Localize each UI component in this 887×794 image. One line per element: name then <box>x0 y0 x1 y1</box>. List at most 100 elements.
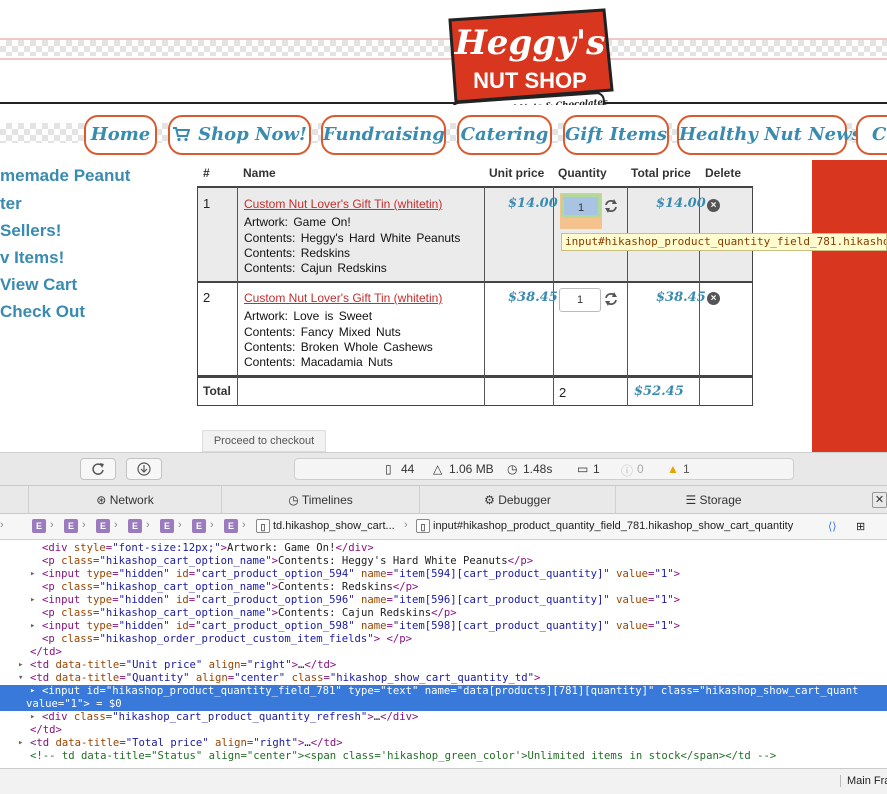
nav-label: Shop Now! <box>198 124 307 145</box>
sidebar-item-center[interactable]: ter <box>0 194 22 214</box>
element-icon[interactable]: E <box>96 519 110 533</box>
dom-line[interactable]: <div style="font-size:12px;">Artwork: Ga… <box>0 542 887 555</box>
frame-selector[interactable]: Main Fra <box>840 775 887 787</box>
tab-storage[interactable]: ☰ Storage <box>615 486 811 514</box>
sidebar-item-view-cart[interactable]: View Cart <box>0 275 77 295</box>
sidebar-item-check-out[interactable]: Check Out <box>0 302 85 322</box>
element-icon[interactable]: E <box>128 519 142 533</box>
nav-contact[interactable]: Co <box>856 115 887 155</box>
dom-line-text: value="1"> = $0 <box>26 698 122 710</box>
element-icon[interactable]: E <box>224 519 238 533</box>
col-header-unit-price: Unit price <box>489 166 545 180</box>
dom-line-text: <p class="hikashop_order_product_custom_… <box>42 633 412 645</box>
element-icon[interactable]: E <box>32 519 46 533</box>
heggys-logo[interactable]: Heggy's NUT SHOP Fresh Roasted Nuts & Ch… <box>444 6 620 118</box>
nav-home[interactable]: Home <box>84 115 157 155</box>
nav-label: Co <box>872 124 887 145</box>
dom-line[interactable]: <p class="hikashop_cart_option_name">Con… <box>0 607 887 620</box>
total-price-sum: $52.45 <box>634 384 684 399</box>
download-button[interactable] <box>126 458 162 480</box>
refresh-icon[interactable] <box>604 199 618 213</box>
refresh-icon[interactable] <box>604 292 618 306</box>
dom-line-text: <td data-title="Quantity" align="center"… <box>30 672 541 684</box>
chevron-right-icon: › <box>242 519 246 531</box>
sidebar-item-best-sellers[interactable]: Sellers! <box>0 221 61 241</box>
disclosure-open-icon[interactable]: ▾ <box>18 672 23 685</box>
network-icon: ⊛ <box>96 493 110 507</box>
quantity-value: 1 <box>576 294 584 306</box>
dom-line[interactable]: </td> <box>0 646 887 659</box>
dom-line[interactable]: ▸ <td data-title="Total price" align="rig… <box>0 737 887 750</box>
nav-label: Fundraising <box>323 124 445 145</box>
chevron-right-icon: › <box>114 519 118 531</box>
dom-line[interactable]: ▾ <td data-title="Quantity" align="center… <box>0 672 887 685</box>
disclosure-closed-icon[interactable]: ▸ <box>18 659 23 672</box>
dom-tree[interactable]: <div style="font-size:12px;">Artwork: Ga… <box>0 540 887 768</box>
grid-icon[interactable]: ⊞ <box>856 520 865 533</box>
sidebar: memade Peanut ter Sellers! v Items! View… <box>0 160 195 460</box>
dom-line[interactable]: <p class="hikashop_order_product_custom_… <box>0 633 887 646</box>
sidebar-item-homemade-peanut[interactable]: memade Peanut <box>0 166 130 186</box>
clock-icon: ◷ <box>507 462 518 476</box>
sidebar-item-new-items[interactable]: v Items! <box>0 248 64 268</box>
breadcrumb-input[interactable]: input#hikashop_product_quantity_field_78… <box>433 520 793 532</box>
disclosure-closed-icon[interactable]: ▸ <box>30 685 35 698</box>
proceed-to-checkout-button[interactable]: Proceed to checkout <box>202 430 326 452</box>
td-icon: ▯ <box>256 519 270 533</box>
breadcrumb-td[interactable]: td.hikashop_show_cart... <box>273 520 395 532</box>
dom-line[interactable]: ▸ <input type="hidden" id="cart_product_o… <box>0 568 887 581</box>
message-count: 1 <box>593 462 600 476</box>
disclosure-closed-icon[interactable]: ▸ <box>30 594 35 607</box>
delete-icon[interactable]: × <box>707 292 720 305</box>
cart-icon <box>173 127 191 142</box>
product-link[interactable]: Custom Nut Lover's Gift Tin (whitetin) <box>244 197 442 211</box>
nav-label: Gift Items <box>565 124 667 145</box>
col-divider <box>627 186 628 406</box>
disclosure-closed-icon[interactable]: ▸ <box>30 568 35 581</box>
disclosure-closed-icon[interactable]: ▸ <box>30 711 35 724</box>
product-option: Contents: Macadamia Nuts <box>244 355 393 369</box>
close-icon[interactable]: ✕ <box>872 492 887 508</box>
disclosure-closed-icon[interactable]: ▸ <box>18 737 23 750</box>
nav-healthy-nut-news[interactable]: Healthy Nut News <box>677 115 862 155</box>
resource-status-bar[interactable]: ▯ 44 △ 1.06 MB ◷ 1.48s ▭ 1 ⓘ 0 ▲ 1 <box>294 458 794 480</box>
reload-button[interactable] <box>80 458 116 480</box>
nav-catering[interactable]: Catering <box>457 115 552 155</box>
nav-fundraising[interactable]: Fundraising <box>321 115 446 155</box>
total-quantity: 2 <box>559 385 567 400</box>
input-icon: ▯ <box>416 519 430 533</box>
delete-icon[interactable]: × <box>707 199 720 212</box>
dom-line[interactable]: ▸ <td data-title="Unit price" align="righ… <box>0 659 887 672</box>
dom-line[interactable]: <!-- td data-title="Status" align="cente… <box>0 750 887 763</box>
tab-label: Network <box>109 493 154 507</box>
dom-line[interactable]: ▸ <input type="hidden" id="cart_product_o… <box>0 594 887 607</box>
element-icon[interactable]: E <box>192 519 206 533</box>
dom-line-text: <p class="hikashop_cart_option_name">Con… <box>42 607 457 619</box>
nav-gift-items[interactable]: Gift Items <box>563 115 669 155</box>
screen: Heggy's NUT SHOP Fresh Roasted Nuts & Ch… <box>0 0 887 794</box>
main-nav: Home Shop Now! Fundraising Catering Gift… <box>0 105 887 160</box>
dom-line-text: <td data-title="Total price" align="righ… <box>30 737 343 749</box>
chevron-right-icon: › <box>178 519 182 531</box>
quantity-input[interactable]: 1 <box>561 194 601 218</box>
dom-line[interactable]: ▸ <input id="hikashop_product_quantity_fi… <box>0 685 887 698</box>
tab-debugger[interactable]: ⚙ Debugger <box>419 486 615 514</box>
dom-line[interactable]: ▸ <div class="hikashop_cart_product_quant… <box>0 711 887 724</box>
code-icon[interactable]: ⟨⟩ <box>828 520 837 533</box>
dom-line[interactable]: value="1"> = $0 <box>0 698 887 711</box>
dom-line[interactable]: <p class="hikashop_cart_option_name">Con… <box>0 581 887 594</box>
quantity-input[interactable]: 1 <box>559 288 601 312</box>
dom-line-text: <p class="hikashop_cart_option_name">Con… <box>42 555 534 567</box>
dom-line[interactable]: <p class="hikashop_cart_option_name">Con… <box>0 555 887 568</box>
element-icon[interactable]: E <box>160 519 174 533</box>
element-icon[interactable]: E <box>64 519 78 533</box>
product-link[interactable]: Custom Nut Lover's Gift Tin (whitetin) <box>244 291 442 305</box>
chevron-right-icon: › <box>50 519 54 531</box>
tab-network[interactable]: ⊛ Network <box>28 486 221 514</box>
dom-line[interactable]: </td> <box>0 724 887 737</box>
tab-timelines[interactable]: ◷ Timelines <box>221 486 419 514</box>
nav-shop-now[interactable]: Shop Now! <box>168 115 311 155</box>
dom-line[interactable]: ▸ <input type="hidden" id="cart_product_o… <box>0 620 887 633</box>
total-price: $38.45 <box>656 290 706 305</box>
disclosure-closed-icon[interactable]: ▸ <box>30 620 35 633</box>
